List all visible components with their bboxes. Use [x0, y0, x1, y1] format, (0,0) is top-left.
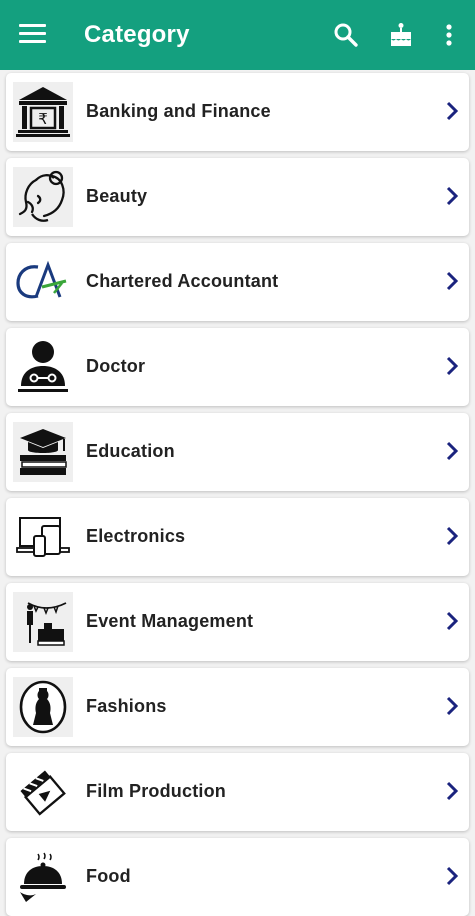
category-label: Chartered Accountant: [86, 271, 279, 291]
svg-text:₹: ₹: [38, 110, 48, 128]
category-item-food[interactable]: Food: [6, 838, 469, 916]
category-label: Food: [86, 866, 131, 886]
more-vert-icon[interactable]: [434, 20, 464, 50]
chevron-right-icon: [446, 866, 459, 886]
chevron-right-icon: [446, 696, 459, 716]
category-item-electronics[interactable]: Electronics: [6, 498, 469, 576]
category-item-doctor[interactable]: Doctor: [6, 328, 469, 406]
ca-logo-icon: [13, 252, 73, 312]
chevron-right-icon: [446, 186, 459, 206]
category-label: Banking and Finance: [86, 101, 271, 121]
clapperboard-icon: [13, 762, 73, 822]
category-item-education[interactable]: Education: [6, 413, 469, 491]
category-label: Event Management: [86, 611, 254, 631]
category-item-fashions[interactable]: Fashions: [6, 668, 469, 746]
devices-icon: [13, 507, 73, 567]
category-label: Electronics: [86, 526, 186, 546]
chevron-right-icon: [446, 526, 459, 546]
chevron-right-icon: [446, 441, 459, 461]
chevron-right-icon: [446, 101, 459, 121]
category-item-chartered-accountant[interactable]: Chartered Accountant: [6, 243, 469, 321]
category-label: Fashions: [86, 696, 167, 716]
event-icon: [13, 592, 73, 652]
category-item-beauty[interactable]: Beauty: [6, 158, 469, 236]
category-item-film-production[interactable]: Film Production: [6, 753, 469, 831]
chevron-right-icon: [446, 781, 459, 801]
category-label: Doctor: [86, 356, 146, 376]
search-icon[interactable]: [331, 20, 361, 50]
category-label: Education: [86, 441, 175, 461]
cake-icon[interactable]: [386, 20, 416, 50]
category-item-banking[interactable]: ₹ Banking and Finance: [6, 73, 469, 151]
chevron-right-icon: [446, 356, 459, 376]
page-title: Category: [84, 21, 190, 48]
doctor-icon: [13, 337, 73, 397]
food-cloche-icon: [13, 847, 73, 907]
app-bar: Category: [0, 0, 475, 70]
category-label: Beauty: [86, 186, 148, 206]
chevron-right-icon: [446, 271, 459, 291]
face-icon: [13, 167, 73, 227]
dress-icon: [13, 677, 73, 737]
graduation-cap-icon: [13, 422, 73, 482]
bank-icon: ₹: [13, 82, 73, 142]
chevron-right-icon: [446, 611, 459, 631]
category-item-event-management[interactable]: Event Management: [6, 583, 469, 661]
category-label: Film Production: [86, 781, 226, 801]
menu-icon[interactable]: [19, 24, 46, 46]
